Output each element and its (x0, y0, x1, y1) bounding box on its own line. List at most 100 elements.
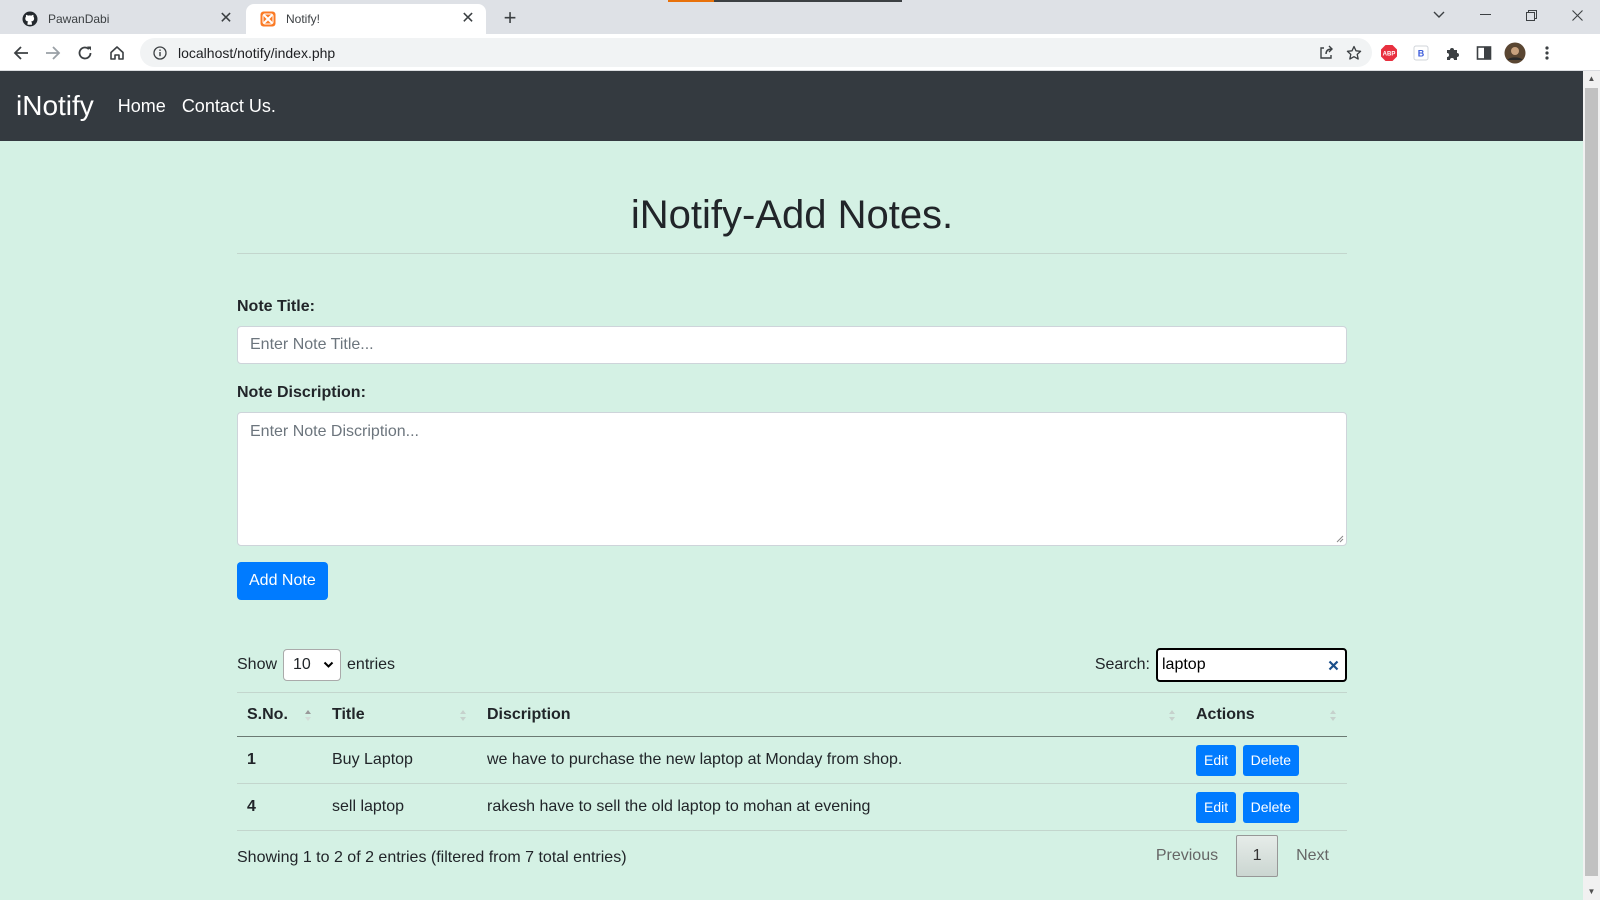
note-title-label: Note Title: (237, 298, 315, 315)
nav-link-contact[interactable]: Contact Us. (182, 96, 276, 117)
note-description-textarea[interactable]: Enter Note Discription... (237, 412, 1347, 546)
note-description-placeholder: Enter Note Discription... (250, 423, 419, 440)
sort-asc-icon (305, 710, 311, 721)
reload-icon[interactable] (72, 40, 98, 66)
page-length-value: 10 (293, 656, 311, 673)
site-info-icon[interactable] (152, 45, 168, 61)
scrollbar-thumb[interactable] (1585, 88, 1598, 876)
sort-icon (460, 710, 466, 721)
tab-search-icon[interactable] (1416, 0, 1462, 30)
svg-text:B: B (1418, 49, 1425, 59)
cell-description: rakesh have to sell the old laptop to mo… (477, 783, 1186, 831)
new-tab-button[interactable]: + (498, 7, 522, 31)
add-note-button[interactable]: Add Note (237, 562, 328, 600)
site-navbar: iNotify Home Contact Us. (0, 71, 1583, 141)
table-header-row: S.No. Title Discription Actions (237, 692, 1347, 737)
forward-icon[interactable] (40, 40, 66, 66)
page-title: iNotify-Add Notes. (630, 193, 954, 237)
minimize-button[interactable] (1462, 0, 1508, 30)
loading-indicator (668, 0, 714, 2)
close-tab-icon[interactable]: ✕ (218, 11, 234, 27)
sidebar-icon[interactable] (1473, 42, 1495, 64)
page-viewport: iNotify Home Contact Us. iNotify-Add Not… (0, 71, 1583, 900)
sort-icon (1330, 710, 1336, 721)
table-controls: Show 10 entries Search: laptop (237, 648, 1347, 682)
menu-icon[interactable] (1536, 42, 1558, 64)
page-scrollbar[interactable]: ▲ ▼ (1583, 71, 1600, 900)
column-label: Title (332, 705, 365, 723)
tab-title: Notify! (286, 12, 321, 26)
cell-title: Buy Laptop (322, 736, 477, 784)
close-window-button[interactable] (1554, 0, 1600, 30)
window-controls (1416, 0, 1600, 30)
search-label: Search: (1094, 656, 1150, 673)
divider (237, 253, 1347, 254)
column-header-title[interactable]: Title (322, 692, 477, 737)
nav-link-home[interactable]: Home (118, 96, 166, 117)
page-length-control: Show 10 entries (237, 648, 395, 682)
address-bar[interactable]: localhost/notify/index.php (140, 38, 1372, 67)
browser-toolbar: localhost/notify/index.php ABP B (0, 34, 1600, 71)
xampp-icon (260, 11, 276, 27)
note-title-placeholder: Enter Note Title... (250, 336, 374, 353)
column-header-actions[interactable]: Actions (1186, 692, 1347, 737)
table-search: Search: laptop (1095, 648, 1347, 682)
share-icon[interactable] (1312, 39, 1340, 67)
edit-button[interactable]: Edit (1196, 744, 1237, 776)
chevron-down-icon (323, 661, 334, 668)
cell-actions: Edit Delete (1186, 736, 1347, 784)
note-title-input[interactable]: Enter Note Title... (237, 326, 1347, 364)
edit-button[interactable]: Edit (1196, 791, 1237, 823)
cell-title: sell laptop (322, 783, 477, 831)
column-label: S.No. (247, 705, 288, 723)
puzzle-icon[interactable] (1442, 42, 1464, 64)
tab-title: PawanDabi (48, 12, 110, 26)
scroll-up-arrow-icon[interactable]: ▲ (1583, 71, 1600, 87)
pagination: Previous 1 Next (1138, 835, 1347, 877)
back-icon[interactable] (8, 40, 34, 66)
column-label: Discription (487, 705, 571, 723)
resize-grip-icon[interactable] (1334, 533, 1344, 543)
b-extension-icon[interactable]: B (1410, 42, 1432, 64)
browser-tab-strip: PawanDabi ✕ Notify! ✕ + (0, 0, 1600, 34)
column-header-sno[interactable]: S.No. (237, 692, 322, 737)
browser-tab-notify[interactable]: Notify! ✕ (246, 4, 486, 34)
page-length-select[interactable]: 10 (283, 649, 342, 681)
show-label: Show (237, 656, 278, 673)
adblock-icon[interactable]: ABP (1378, 42, 1400, 64)
bookmark-star-icon[interactable] (1340, 39, 1368, 67)
table-info: Showing 1 to 2 of 2 entries (filtered fr… (237, 849, 627, 866)
browser-tab-github[interactable]: PawanDabi ✕ (8, 4, 244, 34)
table-footer: Showing 1 to 2 of 2 entries (filtered fr… (237, 835, 1347, 881)
clear-search-icon[interactable] (1325, 657, 1341, 673)
note-description-label: Note Discription: (237, 384, 366, 401)
svg-text:ABP: ABP (1383, 52, 1396, 58)
entries-label: entries (347, 656, 396, 673)
restore-button[interactable] (1508, 0, 1554, 30)
column-label: Actions (1196, 705, 1255, 723)
home-icon[interactable] (104, 40, 130, 66)
cell-sno: 1 (237, 736, 322, 784)
cell-description: we have to purchase the new laptop at Mo… (477, 736, 1186, 784)
search-input[interactable]: laptop (1156, 648, 1347, 682)
next-page-button[interactable]: Next (1278, 847, 1347, 865)
search-value: laptop (1162, 656, 1206, 673)
notes-table: S.No. Title Discription Actions 1 Buy La… (237, 692, 1347, 831)
delete-button[interactable]: Delete (1242, 744, 1300, 776)
main-container: iNotify-Add Notes. Note Title: Enter Not… (237, 141, 1347, 881)
current-page-button[interactable]: 1 (1236, 835, 1279, 877)
github-icon (22, 11, 38, 27)
table-row: 4 sell laptop rakesh have to sell the ol… (237, 783, 1347, 831)
close-tab-icon[interactable]: ✕ (460, 11, 476, 27)
column-header-description[interactable]: Discription (477, 692, 1186, 737)
scroll-down-arrow-icon[interactable]: ▼ (1583, 884, 1600, 900)
table-row: 1 Buy Laptop we have to purchase the new… (237, 736, 1347, 784)
delete-button[interactable]: Delete (1242, 791, 1300, 823)
profile-avatar[interactable] (1504, 42, 1526, 64)
cell-sno: 4 (237, 783, 322, 831)
brand-logo[interactable]: iNotify (16, 90, 94, 122)
url-text: localhost/notify/index.php (178, 44, 336, 61)
cell-actions: Edit Delete (1186, 783, 1347, 831)
sort-icon (1169, 710, 1175, 721)
previous-page-button[interactable]: Previous (1138, 847, 1236, 865)
